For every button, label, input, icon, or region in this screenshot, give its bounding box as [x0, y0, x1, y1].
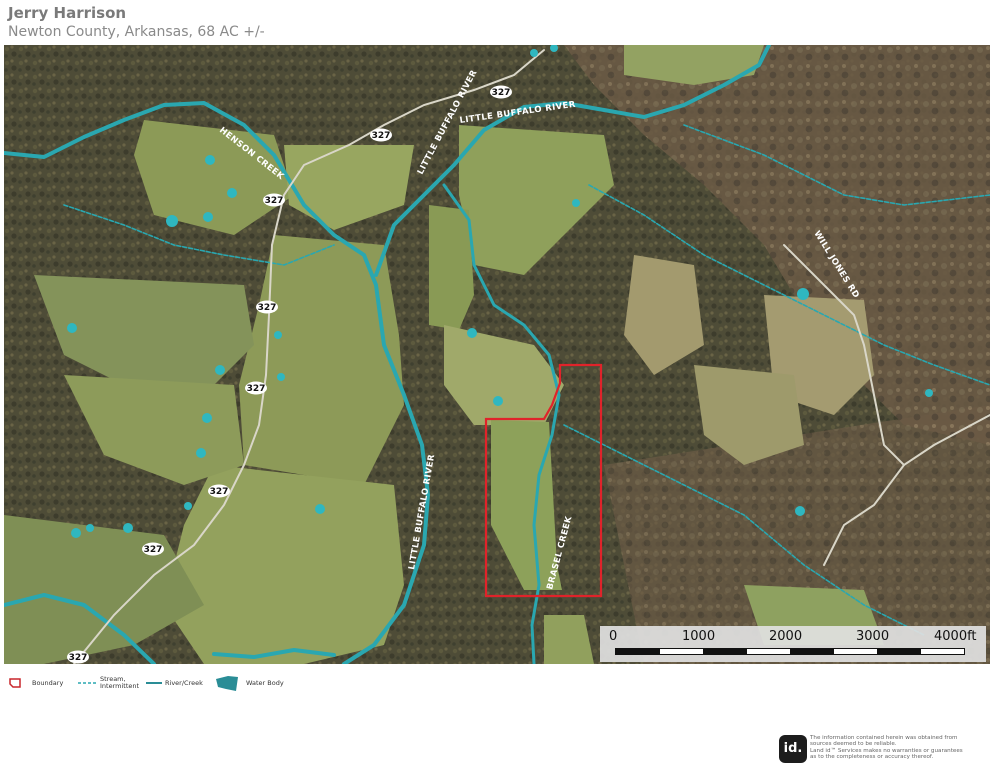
legend-label-river: River/Creek [165, 678, 203, 687]
svg-text:327: 327 [265, 196, 284, 206]
boundary-icon [9, 678, 21, 688]
map-subtitle: Newton County, Arkansas, 68 AC +/- [8, 24, 265, 40]
scale-bar [615, 648, 965, 655]
route-shield-327: 327 [263, 193, 285, 207]
scale-label-3000: 3000 [856, 629, 890, 644]
scale-segment [616, 649, 660, 654]
legend-label-water-body: Water Body [246, 678, 284, 687]
scale-label-1000: 1000 [682, 629, 716, 644]
map-title: Jerry Harrison [8, 4, 127, 22]
map-legend: Boundary Stream, Intermittent River/Cree… [8, 672, 328, 696]
scale-bar-panel: 0 1000 2000 3000 4000ft [600, 626, 986, 662]
svg-text:327: 327 [258, 303, 277, 313]
scale-segment [790, 649, 834, 654]
svg-text:327: 327 [492, 88, 511, 98]
route-shield-327: 327 [490, 85, 512, 99]
scale-label-4000ft: 4000ft [934, 629, 977, 644]
legend-item-water-body: Water Body [214, 672, 284, 694]
scale-segment [877, 649, 921, 654]
satellite-map[interactable]: HENSON CREEK LITTLE BUFFALO RIVER LITTLE… [4, 45, 990, 664]
legend-item-stream: Stream, Intermittent [78, 672, 139, 694]
legend-item-river: River/Creek [146, 672, 203, 694]
svg-text:327: 327 [210, 487, 229, 497]
route-shield-327: 327 [67, 650, 89, 664]
legend-label-boundary: Boundary [32, 678, 64, 687]
river-icon [146, 682, 162, 684]
svg-text:327: 327 [69, 653, 88, 663]
svg-text:327: 327 [247, 384, 266, 394]
route-shield-327: 327 [256, 300, 278, 314]
svg-text:327: 327 [372, 131, 391, 141]
footer: id. The information contained herein was… [779, 735, 989, 767]
water-body-icon [216, 676, 238, 691]
route-shield-327: 327 [370, 128, 392, 142]
disclaimer: The information contained herein was obt… [810, 735, 990, 760]
route-shield-327: 327 [208, 484, 230, 498]
scale-segment [703, 649, 747, 654]
land-id-logo: id. [779, 735, 807, 763]
route-shield-327: 327 [142, 542, 164, 556]
legend-item-boundary: Boundary [8, 672, 63, 694]
scale-segment [833, 649, 877, 654]
map-canvas[interactable]: HENSON CREEK LITTLE BUFFALO RIVER LITTLE… [4, 45, 990, 664]
map-header: Jerry Harrison Newton County, Arkansas, … [8, 4, 265, 42]
svg-text:327: 327 [144, 545, 163, 555]
route-shield-327: 327 [245, 381, 267, 395]
scale-label-2000: 2000 [769, 629, 803, 644]
scale-segment [746, 649, 790, 654]
legend-label-stream: Stream, Intermittent [100, 676, 139, 690]
disclaimer-line: as to the completeness or accuracy there… [810, 753, 934, 760]
legend-label-stream-line2: Intermittent [100, 682, 140, 690]
scale-segment [659, 649, 703, 654]
scale-label-0: 0 [609, 629, 618, 644]
stream-icon [78, 682, 96, 684]
scale-segment [920, 649, 964, 654]
